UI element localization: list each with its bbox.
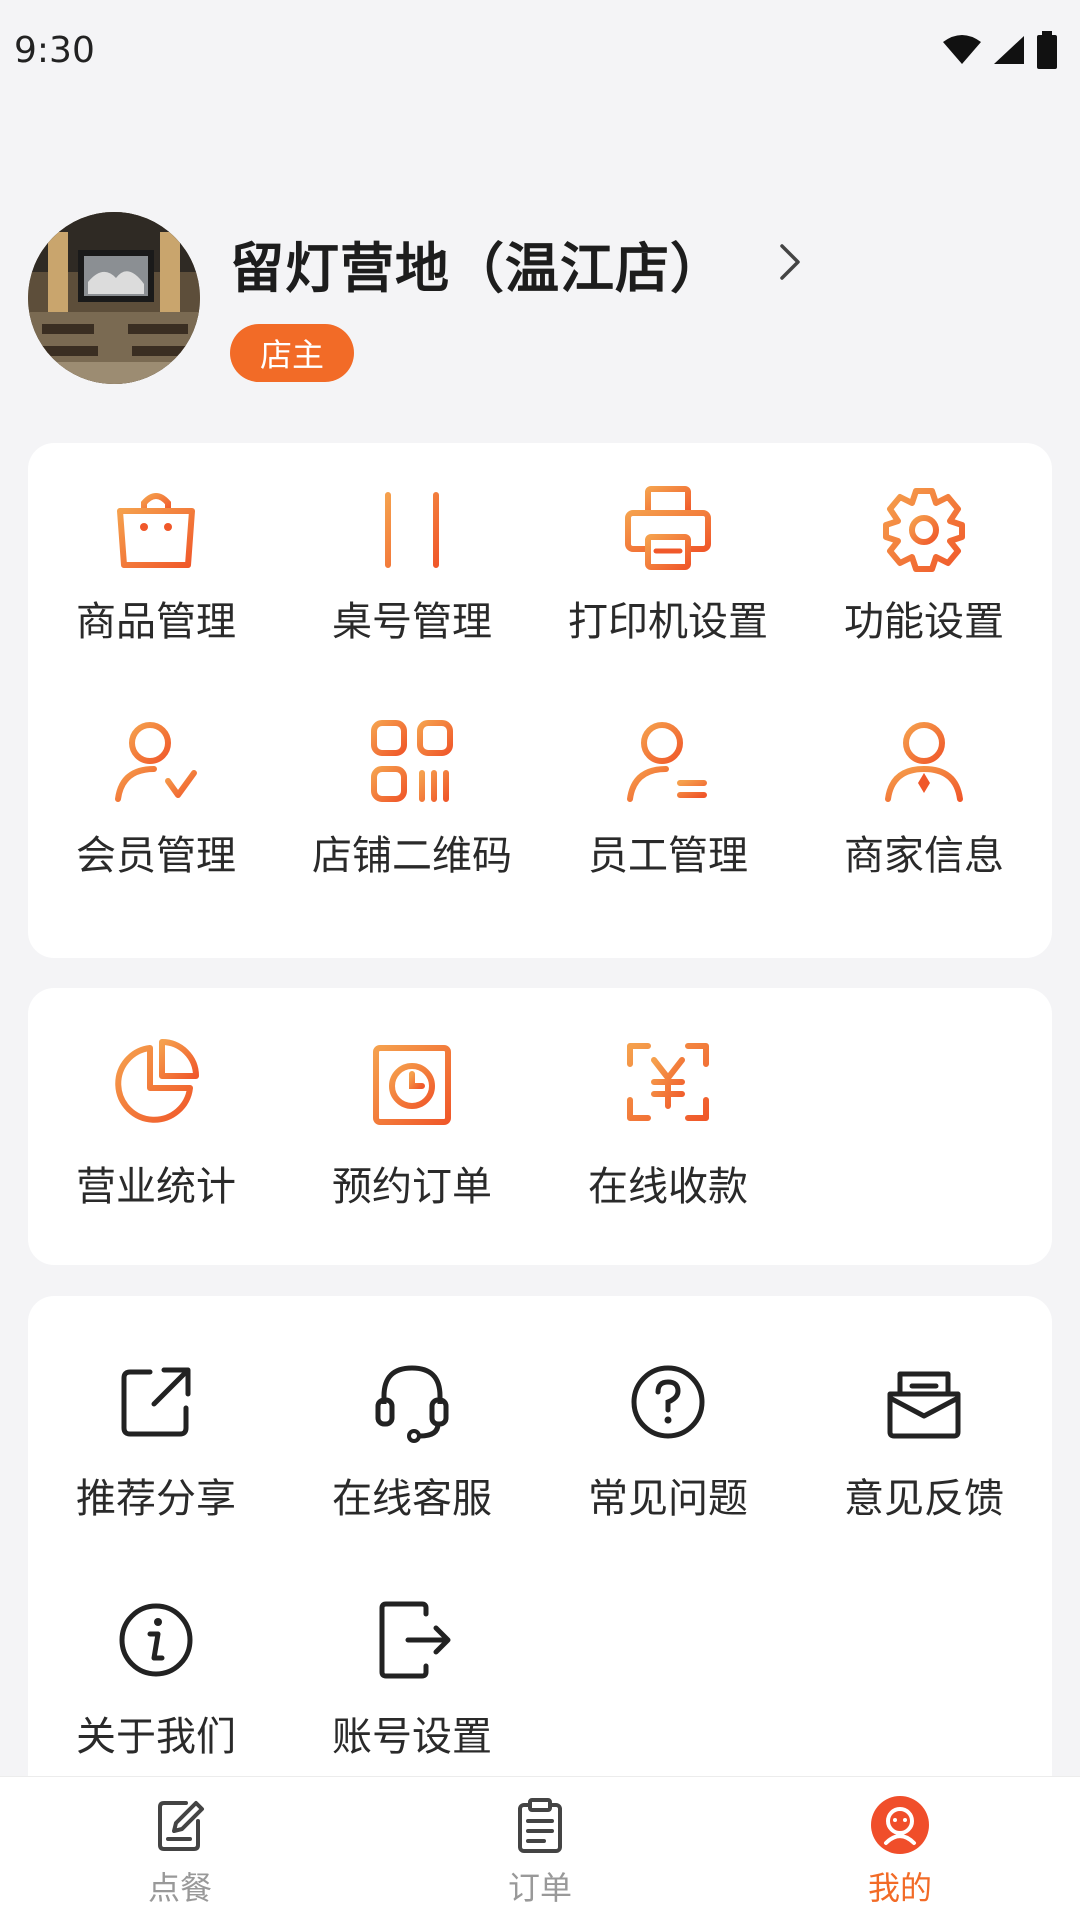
gear-icon — [883, 488, 965, 572]
store-name[interactable]: 留灯营地（温江店） — [230, 224, 725, 303]
menu-item-about-us[interactable]: 关于我们 — [28, 1592, 284, 1792]
menu-item-member-management[interactable]: 会员管理 — [28, 715, 284, 915]
wifi-icon — [943, 35, 981, 64]
menu-item-merchant-info[interactable]: 商家信息 — [796, 715, 1052, 915]
menu-item-printer-settings[interactable]: 打印机设置 — [540, 481, 796, 681]
signal-icon — [994, 36, 1024, 64]
status-time: 9:30 — [14, 29, 95, 71]
menu-item-product-management[interactable]: 商品管理 — [28, 481, 284, 681]
profile-face-icon — [871, 1796, 929, 1854]
menu-item-table-management[interactable]: 桌号管理 — [284, 481, 540, 681]
menu-item-label: 意见反馈 — [844, 1476, 1004, 1522]
store-avatar — [28, 212, 200, 384]
menu-item-staff-management[interactable]: 员工管理 — [540, 715, 796, 915]
qr-code-icon — [371, 720, 453, 802]
menu-item-label: 预约订单 — [332, 1164, 492, 1210]
tab-order[interactable]: 点餐 — [0, 1777, 360, 1920]
tab-label: 点餐 — [147, 1869, 212, 1907]
menu-item-customer-service[interactable]: 在线客服 — [284, 1354, 540, 1554]
shopping-bag-icon — [117, 493, 195, 568]
menu-item-label: 账号设置 — [332, 1714, 492, 1760]
reservation-clock-icon — [373, 1037, 451, 1125]
tab-orders[interactable]: 订单 — [360, 1777, 720, 1920]
bottom-tab-bar: 点餐 订单 我的 — [0, 1776, 1080, 1920]
menu-item-account-settings[interactable]: 账号设置 — [284, 1592, 540, 1792]
menu-item-function-settings[interactable]: 功能设置 — [796, 481, 1052, 681]
role-badge: 店主 — [230, 324, 355, 382]
status-icons — [942, 31, 1058, 69]
table-icon — [371, 492, 453, 568]
menu-item-label: 营业统计 — [76, 1164, 236, 1210]
menu-item-label: 在线收款 — [588, 1164, 748, 1210]
info-icon — [119, 1603, 193, 1677]
menu-item-label: 员工管理 — [588, 833, 748, 879]
order-edit-icon — [158, 1801, 204, 1851]
tab-label: 订单 — [507, 1869, 572, 1907]
printer-icon — [625, 486, 711, 570]
status-bar: 9:30 — [0, 0, 1080, 100]
staff-icon — [627, 722, 707, 802]
clipboard-icon — [518, 1798, 562, 1853]
support-card: 推荐分享 在线客服 常见问题 意见反馈 关于我们 账号设置 — [28, 1296, 1052, 1796]
menu-item-faq[interactable]: 常见问题 — [540, 1354, 796, 1554]
yuan-scan-icon — [627, 1043, 709, 1121]
tab-label: 我的 — [867, 1869, 932, 1907]
menu-item-business-stats[interactable]: 营业统计 — [28, 1034, 284, 1234]
menu-item-share[interactable]: 推荐分享 — [28, 1354, 284, 1554]
logout-icon — [379, 1601, 451, 1679]
menu-item-label: 关于我们 — [76, 1714, 236, 1760]
menu-item-label: 推荐分享 — [76, 1476, 236, 1522]
menu-item-label: 商品管理 — [76, 599, 236, 645]
menu-item-label: 店铺二维码 — [312, 833, 512, 879]
headset-icon — [375, 1365, 449, 1443]
menu-item-label: 在线客服 — [332, 1476, 492, 1522]
merchant-icon — [885, 722, 963, 802]
chevron-right-icon[interactable] — [778, 242, 802, 282]
menu-item-label: 桌号管理 — [332, 599, 492, 645]
store-profile[interactable]: 留灯营地（温江店） 店主 — [28, 212, 1048, 387]
management-card: 商品管理 桌号管理 打印机设置 功能设置 会员管理 店铺二维码 员工管理 商家信… — [28, 443, 1052, 958]
menu-item-label: 商家信息 — [844, 833, 1004, 879]
store-photo-image — [28, 212, 200, 384]
menu-item-store-qr-code[interactable]: 店铺二维码 — [284, 715, 540, 915]
pie-chart-icon — [115, 1039, 199, 1123]
menu-item-online-payment[interactable]: 在线收款 — [540, 1034, 796, 1234]
menu-item-label: 功能设置 — [844, 599, 1004, 645]
battery-icon — [1037, 31, 1057, 69]
business-card: 营业统计 预约订单 在线收款 — [28, 988, 1052, 1265]
menu-item-label: 常见问题 — [588, 1476, 748, 1522]
share-icon — [121, 1367, 191, 1437]
menu-item-reservation-orders[interactable]: 预约订单 — [284, 1034, 540, 1234]
tab-mine[interactable]: 我的 — [720, 1777, 1080, 1920]
menu-item-label: 打印机设置 — [568, 599, 768, 645]
question-icon — [631, 1365, 705, 1439]
menu-item-feedback[interactable]: 意见反馈 — [796, 1354, 1052, 1554]
menu-item-label: 会员管理 — [76, 833, 236, 879]
feedback-mail-icon — [887, 1371, 961, 1439]
member-check-icon — [115, 722, 197, 802]
